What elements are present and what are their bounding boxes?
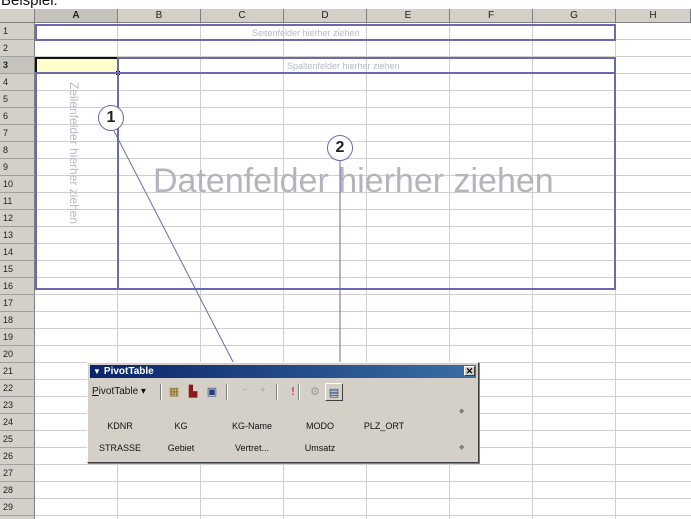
column-header-f[interactable]: F	[450, 9, 533, 23]
row-header-2[interactable]: 2	[0, 40, 35, 57]
menu-label-rest: ivotTable	[98, 386, 139, 397]
field-button-strasse[interactable]: STRASSE	[90, 441, 150, 456]
caption-text: Beispiel:	[1, 0, 58, 9]
chevron-down-icon: ▾	[140, 386, 146, 397]
row-header-26[interactable]: 26	[0, 448, 35, 465]
row-header-16[interactable]: 16	[0, 278, 35, 295]
callout-1: 1	[98, 105, 124, 131]
field-button-gebiet[interactable]: Gebiet	[151, 441, 211, 456]
field-button-kg[interactable]: KG	[151, 419, 211, 434]
row-header-6[interactable]: 6	[0, 108, 35, 125]
row-header-5[interactable]: 5	[0, 91, 35, 108]
row-header-29[interactable]: 29	[0, 499, 35, 516]
column-header-g[interactable]: G	[533, 9, 616, 23]
row-fields-label: Zeilenfelder hierher ziehen	[67, 82, 81, 225]
scroll-down-icon[interactable]: ◆	[459, 443, 464, 451]
column-header-a[interactable]: A	[35, 9, 118, 23]
data-fields-label: Datenfelder hierher ziehen	[153, 162, 554, 200]
toolbar-separator	[226, 384, 228, 400]
toolbar-separator	[298, 384, 300, 400]
toolbar-separator	[276, 384, 278, 400]
pivottable-toolbar[interactable]: ▼ PivotTable ✕ PivotTable ▾ ▦ ▙ ▣ ⁻ ⁺! ⚙ ▤ KDNR…	[87, 362, 479, 463]
row-header-3[interactable]: 3	[0, 57, 35, 74]
row-header-21[interactable]: 21	[0, 363, 35, 380]
page-fields-label: Seitenfelder hierher ziehen	[252, 28, 360, 38]
column-header-e[interactable]: E	[367, 9, 450, 23]
column-header-h[interactable]: H	[616, 9, 691, 23]
show-field-list-icon[interactable]: ▤	[325, 383, 343, 401]
field-button-plz-ort[interactable]: PLZ_ORT	[354, 419, 414, 434]
field-button-vertret[interactable]: Vertret...	[222, 441, 282, 456]
column-header-d[interactable]: D	[284, 9, 367, 23]
column-header-c[interactable]: C	[201, 9, 284, 23]
toolbar-options-arrow-icon[interactable]: ▼	[90, 365, 104, 378]
row-header-17[interactable]: 17	[0, 295, 35, 312]
callout-2: 2	[327, 135, 353, 161]
row-header-13[interactable]: 13	[0, 227, 35, 244]
row-header-12[interactable]: 12	[0, 210, 35, 227]
row-header-24[interactable]: 24	[0, 414, 35, 431]
field-button-modo[interactable]: MODO	[290, 419, 350, 434]
column-fields-label: Spaltenfelder hierher ziehen	[287, 61, 400, 71]
toolbar-titlebar[interactable]: ▼ PivotTable ✕	[90, 365, 476, 378]
select-all-corner[interactable]	[0, 9, 35, 23]
field-button-umsatz[interactable]: Umsatz	[290, 441, 350, 456]
caption-strip: Beispiel:	[0, 0, 691, 9]
row-header-8[interactable]: 8	[0, 142, 35, 159]
row-header-4[interactable]: 4	[0, 74, 35, 91]
row-header-14[interactable]: 14	[0, 244, 35, 261]
row-header-10[interactable]: 10	[0, 176, 35, 193]
field-button-kg-name[interactable]: KG-Name	[222, 419, 282, 434]
show-detail-icon[interactable]: ⁺	[254, 383, 272, 401]
hide-detail-icon[interactable]: ⁻	[236, 383, 254, 401]
row-header-11[interactable]: 11	[0, 193, 35, 210]
row-header-7[interactable]: 7	[0, 125, 35, 142]
scroll-up-icon[interactable]: ◆	[459, 407, 464, 415]
row-header-25[interactable]: 25	[0, 431, 35, 448]
pivottable-menu-button[interactable]: PivotTable ▾	[92, 383, 146, 401]
row-header-22[interactable]: 22	[0, 380, 35, 397]
row-header-27[interactable]: 27	[0, 465, 35, 482]
toolbar-separator	[160, 384, 162, 400]
close-icon[interactable]: ✕	[464, 366, 475, 376]
format-report-icon[interactable]: ▦	[165, 383, 183, 401]
toolbar-title: PivotTable	[103, 366, 154, 377]
row-header-9[interactable]: 9	[0, 159, 35, 176]
row-header-28[interactable]: 28	[0, 482, 35, 499]
field-button-kdnr[interactable]: KDNR	[90, 419, 150, 434]
row-header-18[interactable]: 18	[0, 312, 35, 329]
row-header-15[interactable]: 15	[0, 261, 35, 278]
row-header-1[interactable]: 1	[0, 23, 35, 40]
row-header-23[interactable]: 23	[0, 397, 35, 414]
row-header-20[interactable]: 20	[0, 346, 35, 363]
menu-accel-letter: P	[92, 386, 99, 397]
field-settings-icon[interactable]: ⚙	[306, 383, 324, 401]
chart-wizard-icon[interactable]: ▙	[184, 383, 202, 401]
row-header-19[interactable]: 19	[0, 329, 35, 346]
pivot-wizard-icon[interactable]: ▣	[203, 383, 221, 401]
page-fields-dropzone[interactable]: Seitenfelder hierher ziehen	[35, 24, 616, 41]
data-fields-dropzone[interactable]: Datenfelder hierher ziehen	[117, 72, 616, 290]
column-header-b[interactable]: B	[118, 9, 201, 23]
